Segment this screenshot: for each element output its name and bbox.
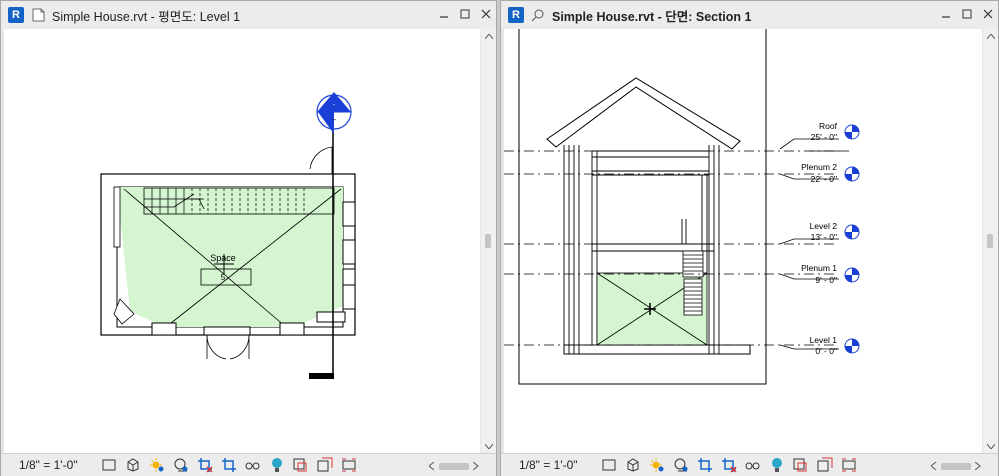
show-crop-icon[interactable] bbox=[721, 457, 737, 473]
view-scale[interactable]: 1/8" = 1'-0" bbox=[519, 458, 578, 472]
show-crop-icon[interactable] bbox=[221, 457, 237, 473]
floor-plan-canvas[interactable]: Space 5 - -- bbox=[4, 29, 480, 453]
level-elevation: 25' - 0" bbox=[811, 132, 837, 142]
maximize-button[interactable] bbox=[459, 8, 471, 20]
level-elevation: 9' - 0" bbox=[815, 275, 837, 285]
view-control-bar: 1/8" = 1'-0" bbox=[1, 453, 496, 476]
horizontal-scrollbar[interactable] bbox=[930, 457, 981, 475]
level-head-level-1: Level 1 0' - 0" bbox=[810, 335, 860, 356]
minimize-button[interactable] bbox=[438, 8, 450, 20]
section-canvas[interactable]: Roof 25' - 0" Plenum 2 22' - 0" Level 2 … bbox=[504, 29, 982, 453]
detail-level-icon[interactable] bbox=[101, 457, 117, 473]
revit-app-icon: R bbox=[508, 7, 524, 23]
level-name: Roof bbox=[819, 121, 838, 131]
temp-hide-icon[interactable] bbox=[769, 457, 785, 473]
scroll-left-icon[interactable] bbox=[428, 457, 435, 475]
scroll-up-icon[interactable] bbox=[983, 29, 998, 43]
scroll-up-icon[interactable] bbox=[481, 29, 496, 43]
section-head-marker: - -- bbox=[316, 92, 352, 134]
close-button[interactable] bbox=[480, 8, 492, 20]
section-drawing: Roof 25' - 0" Plenum 2 22' - 0" Level 2 … bbox=[504, 29, 860, 385]
space-label: Space bbox=[210, 253, 236, 263]
worksharing-icon[interactable] bbox=[817, 457, 833, 473]
crop-view-icon[interactable] bbox=[697, 457, 713, 473]
scroll-right-icon[interactable] bbox=[472, 457, 479, 475]
level-name: Plenum 1 bbox=[801, 263, 837, 273]
level-elevation: 22' - 0" bbox=[811, 174, 837, 184]
view-control-tools bbox=[601, 457, 857, 473]
analytical-model-icon[interactable] bbox=[841, 457, 857, 473]
section-view-window[interactable]: R Simple House.rvt - 단면: Section 1 Roof … bbox=[500, 0, 999, 476]
unlock-3d-icon[interactable] bbox=[745, 457, 761, 473]
hscroll-thumb[interactable] bbox=[439, 462, 469, 470]
roof bbox=[546, 77, 741, 150]
level-head-plenum-2: Plenum 2 22' - 0" bbox=[801, 162, 860, 184]
hscroll-thumb[interactable] bbox=[941, 462, 971, 470]
reveal-hidden-icon[interactable] bbox=[293, 457, 309, 473]
sun-path-icon[interactable] bbox=[149, 457, 165, 473]
shadows-icon[interactable] bbox=[173, 457, 189, 473]
unlock-3d-icon[interactable] bbox=[245, 457, 261, 473]
level-head-roof: Roof 25' - 0" bbox=[811, 121, 860, 142]
vertical-scrollbar[interactable] bbox=[481, 29, 496, 453]
crop-view-icon[interactable] bbox=[197, 457, 213, 473]
maximize-button[interactable] bbox=[961, 8, 973, 20]
floor-plan-drawing: Space 5 - -- bbox=[100, 92, 356, 379]
level-name: Plenum 2 bbox=[801, 162, 837, 172]
level-head-level-2: Level 2 13' - 0" bbox=[810, 221, 860, 242]
scroll-right-icon[interactable] bbox=[974, 457, 981, 475]
view-control-tools bbox=[101, 457, 357, 473]
minimize-button[interactable] bbox=[940, 8, 952, 20]
view-scale[interactable]: 1/8" = 1'-0" bbox=[19, 458, 78, 472]
horizontal-scrollbar[interactable] bbox=[428, 457, 479, 475]
reveal-hidden-icon[interactable] bbox=[793, 457, 809, 473]
temp-hide-icon[interactable] bbox=[269, 457, 285, 473]
revit-app-icon: R bbox=[8, 7, 24, 23]
scroll-down-icon[interactable] bbox=[983, 439, 998, 453]
level-elevation: 0' - 0" bbox=[815, 346, 837, 356]
visual-style-icon[interactable] bbox=[125, 457, 141, 473]
floor-plan-view-window[interactable]: R Simple House.rvt - 평면도: Level 1 Space … bbox=[0, 0, 497, 476]
view-title-bar[interactable]: R Simple House.rvt - 단면: Section 1 bbox=[501, 1, 998, 29]
view-control-bar: 1/8" = 1'-0" bbox=[501, 453, 998, 476]
scroll-left-icon[interactable] bbox=[930, 457, 937, 475]
svg-text:--: -- bbox=[332, 117, 337, 124]
worksharing-icon[interactable] bbox=[317, 457, 333, 473]
close-button[interactable] bbox=[982, 8, 994, 20]
sun-path-icon[interactable] bbox=[649, 457, 665, 473]
section-view-icon bbox=[531, 8, 545, 22]
view-title: Simple House.rvt - 평면도: Level 1 bbox=[52, 9, 241, 24]
double-door bbox=[206, 334, 250, 360]
scroll-down-icon[interactable] bbox=[481, 439, 496, 453]
shadows-icon[interactable] bbox=[673, 457, 689, 473]
analytical-model-icon[interactable] bbox=[341, 457, 357, 473]
view-title-bar[interactable]: R Simple House.rvt - 평면도: Level 1 bbox=[1, 1, 496, 29]
level-name: Level 2 bbox=[810, 221, 838, 231]
level-name: Level 1 bbox=[810, 335, 838, 345]
vertical-scrollbar[interactable] bbox=[983, 29, 998, 453]
level-elevation: 13' - 0" bbox=[811, 232, 837, 242]
scroll-thumb[interactable] bbox=[987, 234, 993, 248]
detail-level-icon[interactable] bbox=[601, 457, 617, 473]
scroll-thumb[interactable] bbox=[485, 234, 491, 248]
space-number: 5 bbox=[221, 273, 226, 282]
view-title: Simple House.rvt - 단면: Section 1 bbox=[552, 9, 752, 24]
visual-style-icon[interactable] bbox=[625, 457, 641, 473]
floor-plan-view-icon bbox=[31, 8, 45, 22]
